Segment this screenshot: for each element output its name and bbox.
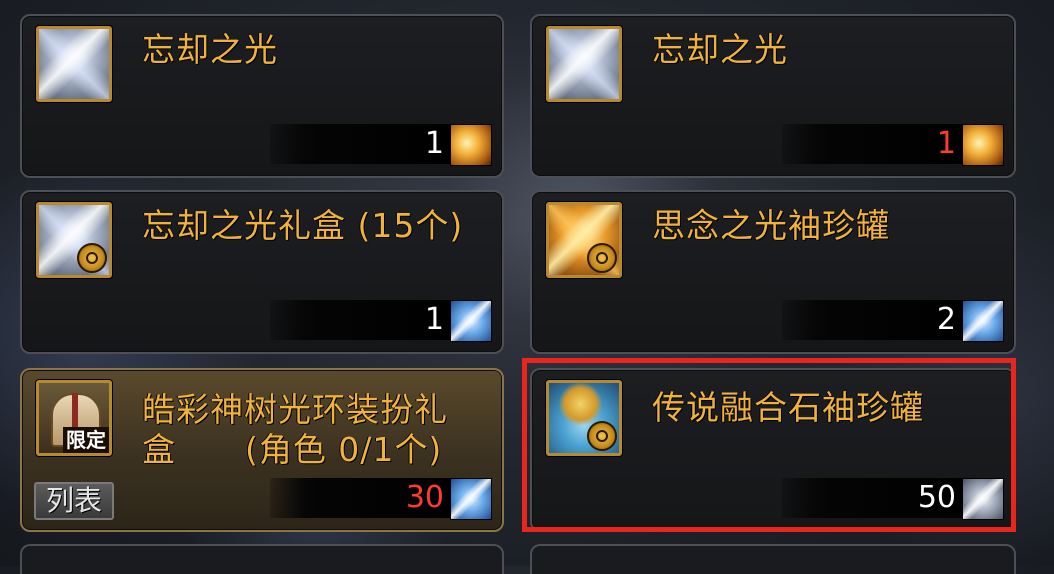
quantity-box: 50 xyxy=(782,478,962,518)
shop-item-card[interactable]: 传说融合石袖珍罐 50 xyxy=(530,368,1016,532)
item-title: 忘却之光 xyxy=(652,30,788,69)
item-title: 皓彩神树光环装扮礼 盒 (角色 0/1个) xyxy=(142,390,488,470)
item-title-line2: 盒 (角色 0/1个) xyxy=(142,430,443,469)
limited-badge: 限定 xyxy=(63,427,109,453)
gold-coin-icon xyxy=(450,124,492,166)
white-crystal-icon xyxy=(36,26,112,102)
item-quantity: 30 xyxy=(405,480,444,515)
orange-crystal-jar-icon xyxy=(546,202,622,278)
gift-box-icon: 限定 xyxy=(36,380,112,456)
item-quantity: 50 xyxy=(917,480,956,515)
quantity-box: 1 xyxy=(782,124,962,164)
white-crystal-icon xyxy=(546,26,622,102)
item-title: 忘却之光礼盒 (15个) xyxy=(142,206,464,245)
seal-icon xyxy=(587,421,617,451)
blue-crystal-icon xyxy=(962,300,1004,342)
item-quantity: 1 xyxy=(424,302,444,337)
shop-item-card[interactable]: 忘却之光礼盒 (15个) 1 xyxy=(20,190,504,354)
next-card-peek xyxy=(530,544,1016,574)
quantity-box: 30 xyxy=(270,478,450,518)
item-title: 传说融合石袖珍罐 xyxy=(652,388,924,427)
fusion-stone-jar-icon xyxy=(546,380,622,456)
item-quantity: 1 xyxy=(424,126,444,161)
next-card-peek xyxy=(20,544,504,574)
item-title-line1: 皓彩神树光环装扮礼 xyxy=(142,390,448,429)
shop-item-card[interactable]: 限定 皓彩神树光环装扮礼 盒 (角色 0/1个) 列表 30 xyxy=(20,368,504,532)
item-title: 忘却之光 xyxy=(142,30,278,69)
shop-item-card[interactable]: 思念之光袖珍罐 2 xyxy=(530,190,1016,354)
shop-item-card[interactable]: 忘却之光 1 xyxy=(20,14,504,178)
quantity-box: 1 xyxy=(270,124,450,164)
blue-crystal-icon xyxy=(450,300,492,342)
list-button[interactable]: 列表 xyxy=(34,482,114,520)
white-crystal-gift-icon xyxy=(36,202,112,278)
seal-icon xyxy=(77,243,107,273)
silver-crystal-icon xyxy=(962,478,1004,520)
item-title: 思念之光袖珍罐 xyxy=(652,206,890,245)
item-quantity: 2 xyxy=(936,302,956,337)
gold-coin-icon xyxy=(962,124,1004,166)
quantity-box: 1 xyxy=(270,300,450,340)
seal-icon xyxy=(587,243,617,273)
blue-crystal-icon xyxy=(450,478,492,520)
shop-item-card[interactable]: 忘却之光 1 xyxy=(530,14,1016,178)
quantity-box: 2 xyxy=(782,300,962,340)
item-quantity: 1 xyxy=(936,126,956,161)
